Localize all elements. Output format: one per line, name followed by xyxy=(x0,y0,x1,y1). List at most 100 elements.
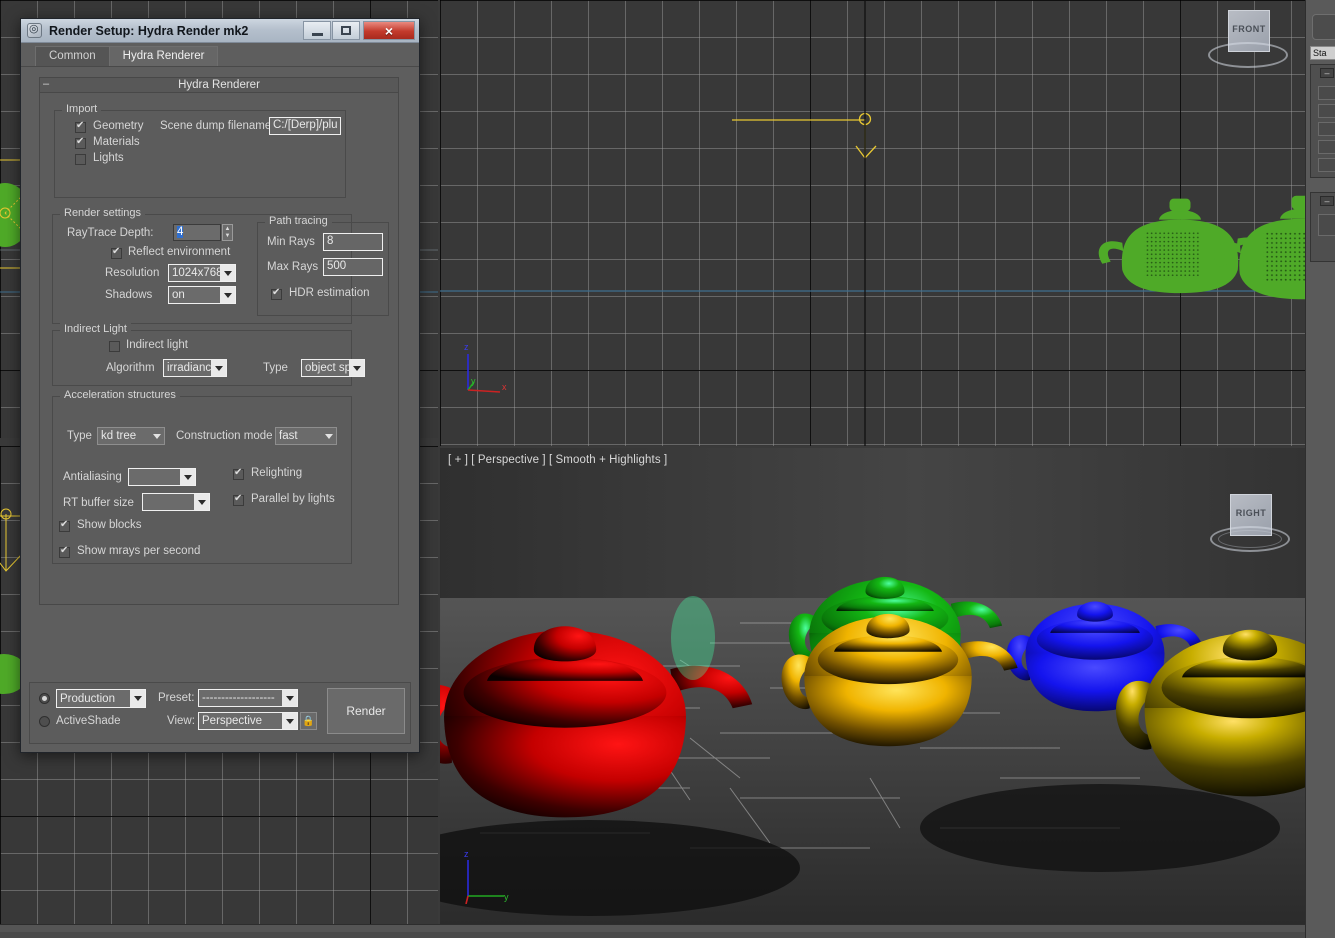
antialiasing-label: Antialiasing xyxy=(63,471,122,483)
view-combo[interactable]: Perspective xyxy=(198,712,298,730)
path-tracing-label: Path tracing xyxy=(265,215,332,227)
view-lock-button[interactable]: 🔒 xyxy=(300,712,317,730)
shadows-combo[interactable]: on xyxy=(168,286,236,304)
tab-hydra-renderer[interactable]: Hydra Renderer xyxy=(109,46,219,66)
shadows-value: on xyxy=(169,289,220,301)
cp-field-2[interactable] xyxy=(1318,104,1335,118)
chevron-down-icon[interactable] xyxy=(220,265,235,281)
indirect-light-group: Indirect Light Indirect light Algorithm … xyxy=(52,330,352,386)
scene-dump-filename-input[interactable]: C:/[Derp]/plu xyxy=(269,117,341,135)
timeline-ruler[interactable] xyxy=(0,932,1305,938)
minimize-button[interactable] xyxy=(303,21,331,40)
indirect-light-label: Indirect light xyxy=(126,339,188,351)
rollout-header[interactable]: – Hydra Renderer xyxy=(40,78,398,93)
import-group: Import Geometry Materials Lights Scene d… xyxy=(54,110,346,198)
preset-label: Preset: xyxy=(158,692,194,704)
preset-combo[interactable]: ------------------- xyxy=(198,689,298,707)
chevron-down-icon[interactable] xyxy=(149,428,164,444)
chevron-down-icon[interactable] xyxy=(282,690,297,706)
render-settings-group: Render settings RayTrace Depth: 4 ▲ ▼ Re… xyxy=(52,214,352,324)
svg-text:z: z xyxy=(464,342,469,352)
indirect-type-label: Type xyxy=(263,362,288,374)
close-button[interactable]: × xyxy=(363,21,415,40)
materials-label: Materials xyxy=(93,136,140,148)
render-setup-dialog[interactable]: Render Setup: Hydra Render mk2 × Common … xyxy=(20,18,420,753)
rollout-1-collapse-icon[interactable]: – xyxy=(1320,68,1334,78)
spinner-down-icon[interactable]: ▼ xyxy=(223,233,232,241)
indirect-type-combo[interactable]: object spa xyxy=(301,359,365,377)
materials-checkbox[interactable] xyxy=(75,138,86,149)
raytrace-depth-spinner[interactable]: ▲ ▼ xyxy=(222,224,233,241)
show-mrays-checkbox[interactable] xyxy=(59,547,70,558)
chevron-down-icon[interactable] xyxy=(180,469,195,485)
lights-checkbox[interactable] xyxy=(75,154,86,165)
antialiasing-combo[interactable] xyxy=(128,468,196,486)
cp-field-6[interactable] xyxy=(1318,214,1335,236)
geometry-checkbox[interactable] xyxy=(75,122,86,133)
close-icon: × xyxy=(385,24,393,38)
raytrace-depth-label: RayTrace Depth: xyxy=(67,227,154,239)
resolution-value: 1024x768 xyxy=(169,267,220,279)
chevron-down-icon[interactable] xyxy=(282,713,297,729)
chevron-down-icon[interactable] xyxy=(321,428,336,444)
accel-type-combo[interactable]: kd tree xyxy=(97,427,165,445)
viewcube-ring[interactable] xyxy=(1208,42,1288,68)
reflect-environment-checkbox[interactable] xyxy=(111,248,122,259)
hdr-estimation-checkbox[interactable] xyxy=(271,289,282,300)
spinner-up-icon[interactable]: ▲ xyxy=(223,225,232,233)
perspective-viewport[interactable]: [ + ] [ Perspective ] [ Smooth + Highlig… xyxy=(440,448,1305,924)
activeshade-radio[interactable] xyxy=(39,716,50,727)
chevron-down-icon[interactable] xyxy=(220,287,235,303)
min-rays-input[interactable]: 8 xyxy=(323,233,383,251)
import-group-label: Import xyxy=(62,103,101,115)
indirect-light-checkbox[interactable] xyxy=(109,341,120,352)
hdr-estimation-label: HDR estimation xyxy=(289,287,370,299)
production-combo[interactable]: Production xyxy=(56,689,146,708)
max-rays-input[interactable]: 500 xyxy=(323,258,383,276)
dialog-titlebar[interactable]: Render Setup: Hydra Render mk2 × xyxy=(21,19,419,43)
parallel-by-lights-checkbox[interactable] xyxy=(233,495,244,506)
algorithm-combo[interactable]: irradiance xyxy=(163,359,227,377)
cp-field-4[interactable] xyxy=(1318,140,1335,154)
axis-tripod: z y x xyxy=(458,338,516,396)
indirect-light-group-label: Indirect Light xyxy=(60,323,131,335)
render-button[interactable]: Render xyxy=(327,688,405,734)
hydra-renderer-rollout[interactable]: – Hydra Renderer Import Geometry Materia… xyxy=(39,77,399,605)
dialog-tabs[interactable]: Common Hydra Renderer xyxy=(21,43,419,67)
accel-type-value: kd tree xyxy=(98,430,149,442)
chevron-down-icon[interactable] xyxy=(194,494,209,510)
rt-buffer-size-combo[interactable] xyxy=(142,493,210,511)
maximize-button[interactable] xyxy=(332,21,360,40)
production-radio[interactable] xyxy=(39,693,50,704)
cp-field-3[interactable] xyxy=(1318,122,1335,136)
algorithm-value: irradiance xyxy=(164,362,211,374)
chevron-down-icon[interactable] xyxy=(211,360,226,376)
rollout-2-collapse-icon[interactable]: – xyxy=(1320,196,1334,206)
viewport-label: [ + ] [ Perspective ] [ Smooth + Highlig… xyxy=(448,454,667,466)
relighting-checkbox[interactable] xyxy=(233,469,244,480)
render-button-label: Render xyxy=(346,704,385,718)
cp-field-5[interactable] xyxy=(1318,158,1335,172)
preset-value: ------------------- xyxy=(199,692,282,704)
viewcube-front[interactable]: FRONT xyxy=(1210,4,1286,70)
tab-common[interactable]: Common xyxy=(35,46,110,66)
wire-teapot-1 xyxy=(1099,199,1265,294)
chevron-down-icon[interactable] xyxy=(349,360,364,376)
cp-field-1[interactable] xyxy=(1318,86,1335,100)
rollout-collapse-icon[interactable]: – xyxy=(43,79,49,90)
command-panel[interactable]: Sta – – xyxy=(1305,0,1335,938)
resolution-combo[interactable]: 1024x768 xyxy=(168,264,236,282)
show-mrays-label: Show mrays per second xyxy=(77,545,200,557)
command-panel-tool-icon[interactable] xyxy=(1312,14,1335,40)
show-blocks-checkbox[interactable] xyxy=(59,521,70,532)
status-field[interactable]: Sta xyxy=(1310,46,1335,60)
chevron-down-icon[interactable] xyxy=(130,690,145,707)
front-wireframe-viewport[interactable]: z y x FRONT xyxy=(440,0,1305,446)
raytrace-depth-input[interactable]: 4 xyxy=(173,224,221,241)
viewcube-label: RIGHT xyxy=(1230,508,1272,518)
construction-mode-combo[interactable]: fast xyxy=(275,427,337,445)
path-tracing-group: Path tracing Min Rays 8 Max Rays 500 HDR… xyxy=(257,222,389,316)
viewcube-right[interactable]: RIGHT xyxy=(1212,488,1288,554)
scene-dump-filename-label: Scene dump filename xyxy=(160,120,271,132)
view-value: Perspective xyxy=(199,715,282,727)
